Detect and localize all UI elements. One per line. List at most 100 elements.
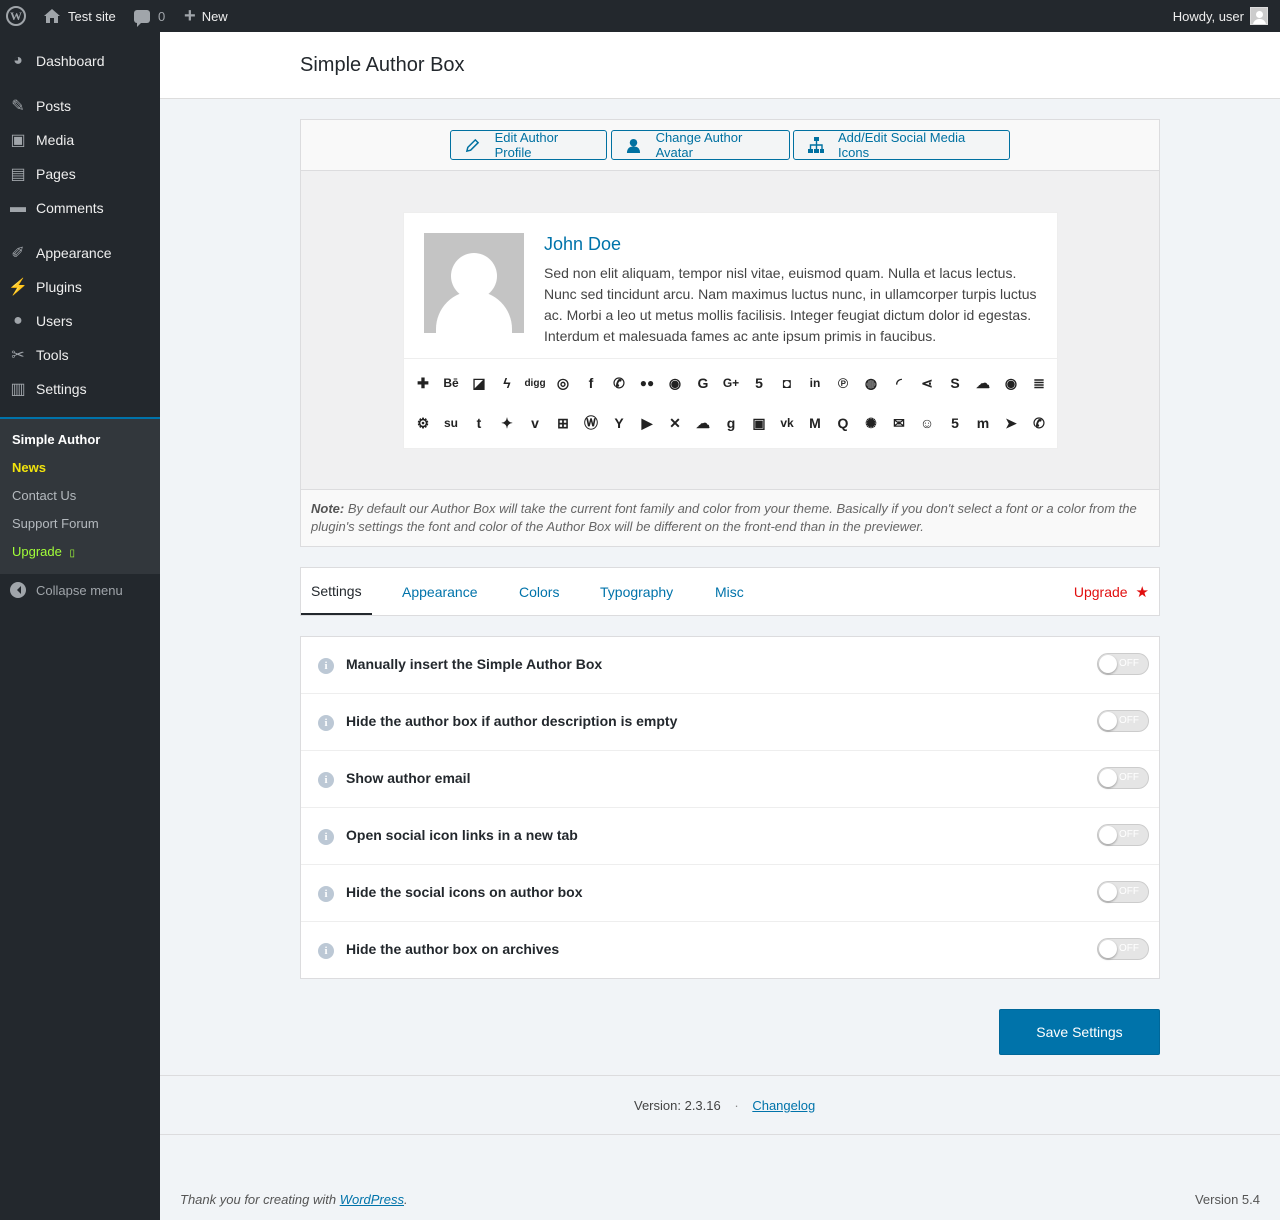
sidebar-item-dashboard[interactable]: ◕ Dashboard (0, 44, 160, 78)
mixcloud-icon[interactable]: ☁ (693, 413, 713, 433)
setting-toggle[interactable]: OFF (1097, 938, 1149, 960)
github-icon[interactable]: ◉ (665, 373, 685, 393)
home-icon (44, 9, 60, 23)
setting-toggle[interactable]: OFF (1097, 710, 1149, 732)
vk-icon[interactable]: vk (777, 413, 797, 433)
500px-icon[interactable]: 5 (945, 413, 965, 433)
whatsapp-icon[interactable]: ✆ (609, 373, 629, 393)
youtube-icon[interactable]: ▶ (637, 413, 657, 433)
wordpress-icon[interactable]: Ⓦ (581, 413, 601, 433)
submenu-item-upgrade[interactable]: Upgrade ▯ (12, 544, 75, 559)
my-account-link[interactable]: Howdy, user (1173, 0, 1268, 32)
setting-toggle[interactable]: OFF (1097, 824, 1149, 846)
upgrade-icon: ▯ (69, 548, 76, 559)
linkedin-icon[interactable]: in (805, 373, 825, 393)
meetup-icon[interactable]: ✺ (861, 413, 881, 433)
edit-author-profile-button[interactable]: Edit Author Profile (450, 130, 607, 160)
behance-icon[interactable]: Bē (441, 373, 461, 393)
dribbble-icon[interactable]: ◎ (553, 373, 573, 393)
steam-icon[interactable]: ⚙ (413, 413, 433, 433)
info-icon[interactable]: i (318, 715, 334, 731)
twitch-icon[interactable]: ▣ (749, 413, 769, 433)
tab-typography[interactable]: Typography (600, 568, 673, 615)
stackoverflow-icon[interactable]: ≣ (1029, 373, 1049, 393)
sidebar-item-pages[interactable]: ▤ Pages (0, 157, 160, 191)
reddit-icon[interactable]: ◍ (861, 373, 881, 393)
yahoo-icon[interactable]: Y (609, 413, 629, 433)
setting-toggle[interactable]: OFF (1097, 653, 1149, 675)
tab-settings[interactable]: Settings (301, 568, 372, 615)
new-content-link[interactable]: + New (184, 0, 228, 32)
spotify-icon[interactable]: ◉ (1001, 373, 1021, 393)
tab-colors[interactable]: Colors (519, 568, 559, 615)
sidebar-item-label: Appearance (36, 245, 112, 261)
sidebar-item-posts[interactable]: ✎ Posts (0, 89, 160, 123)
save-settings-button[interactable]: Save Settings (999, 1009, 1160, 1055)
wrench-icon: ✂ (11, 347, 25, 364)
info-icon[interactable]: i (318, 658, 334, 674)
twitter-icon[interactable]: ✦ (497, 413, 517, 433)
sidebar-item-users[interactable]: ● Users (0, 304, 160, 338)
html5-icon[interactable]: 5 (749, 373, 769, 393)
sidebar-item-plugins[interactable]: ⚡ Plugins (0, 270, 160, 304)
tab-upgrade[interactable]: Upgrade ★ (1074, 568, 1149, 615)
googleplus-icon[interactable]: G+ (721, 373, 741, 393)
user-icon: ● (13, 312, 23, 329)
rss-icon[interactable]: ◜ (889, 373, 909, 393)
sidebar-item-media[interactable]: ▣ Media (0, 123, 160, 157)
delicious-icon[interactable]: ◪ (469, 373, 489, 393)
sidebar-item-settings[interactable]: ▥ Settings (0, 372, 160, 406)
snapchat-icon[interactable]: ☺ (917, 413, 937, 433)
wordpress-logo-icon[interactable]: W (6, 0, 30, 32)
stumbleupon-icon[interactable]: su (441, 413, 461, 433)
collapse-menu-button[interactable]: Collapse menu (0, 580, 123, 600)
instagram-icon[interactable]: ◘ (777, 373, 797, 393)
submenu-item-contact-us[interactable]: Contact Us (12, 488, 76, 503)
xing-icon[interactable]: ✕ (665, 413, 685, 433)
info-icon[interactable]: i (318, 886, 334, 902)
page-header: Simple Author Box (160, 32, 1280, 99)
facebook-icon[interactable]: f (581, 373, 601, 393)
digg-icon[interactable]: digg (524, 373, 545, 393)
info-icon[interactable]: i (318, 772, 334, 788)
changelog-link[interactable]: Changelog (752, 1098, 815, 1113)
share-icon[interactable]: ⋖ (917, 373, 937, 393)
telegram-icon[interactable]: ➤ (1001, 413, 1021, 433)
submenu-item-support-forum[interactable]: Support Forum (12, 516, 99, 531)
vimeo-icon[interactable]: v (525, 413, 545, 433)
sidebar-item-comments[interactable]: ▬ Comments (0, 191, 160, 225)
tab-appearance[interactable]: Appearance (402, 568, 478, 615)
wordpress-link[interactable]: WordPress (340, 1192, 404, 1207)
pinterest-icon[interactable]: ℗ (833, 373, 853, 393)
submenu-item-simple-author[interactable]: Simple Author (12, 432, 100, 447)
change-author-avatar-button[interactable]: Change Author Avatar (611, 130, 790, 160)
info-icon[interactable]: i (318, 829, 334, 845)
sidebar-item-appearance[interactable]: ✐ Appearance (0, 236, 160, 270)
tumblr-icon[interactable]: t (469, 413, 489, 433)
setting-toggle[interactable]: OFF (1097, 767, 1149, 789)
deviantart-icon[interactable]: ϟ (497, 373, 517, 393)
email-icon[interactable]: ✉ (889, 413, 909, 433)
sidebar-item-label: Comments (36, 200, 104, 216)
addthis-icon[interactable]: ✚ (413, 373, 433, 393)
sidebar-item-label: Pages (36, 166, 76, 182)
windows-icon[interactable]: ⊞ (553, 413, 573, 433)
medium-icon[interactable]: M (805, 413, 825, 433)
tab-misc[interactable]: Misc (715, 568, 744, 615)
sidebar-item-tools[interactable]: ✂ Tools (0, 338, 160, 372)
google-icon[interactable]: G (693, 373, 713, 393)
comments-link[interactable]: 0 (134, 0, 165, 32)
add-edit-social-icons-button[interactable]: Add/Edit Social Media Icons (793, 130, 1010, 160)
skype-icon[interactable]: S (945, 373, 965, 393)
mastodon-icon[interactable]: m (973, 413, 993, 433)
author-name[interactable]: John Doe (544, 234, 621, 255)
site-name-link[interactable]: Test site (44, 0, 116, 32)
info-icon[interactable]: i (318, 943, 334, 959)
submenu-item-news[interactable]: News (12, 460, 46, 475)
phone-icon[interactable]: ✆ (1029, 413, 1049, 433)
quora-icon[interactable]: Q (833, 413, 853, 433)
flickr-icon[interactable]: ●● (637, 373, 657, 393)
setting-toggle[interactable]: OFF (1097, 881, 1149, 903)
goodreads-icon[interactable]: g (721, 413, 741, 433)
soundcloud-icon[interactable]: ☁ (973, 373, 993, 393)
